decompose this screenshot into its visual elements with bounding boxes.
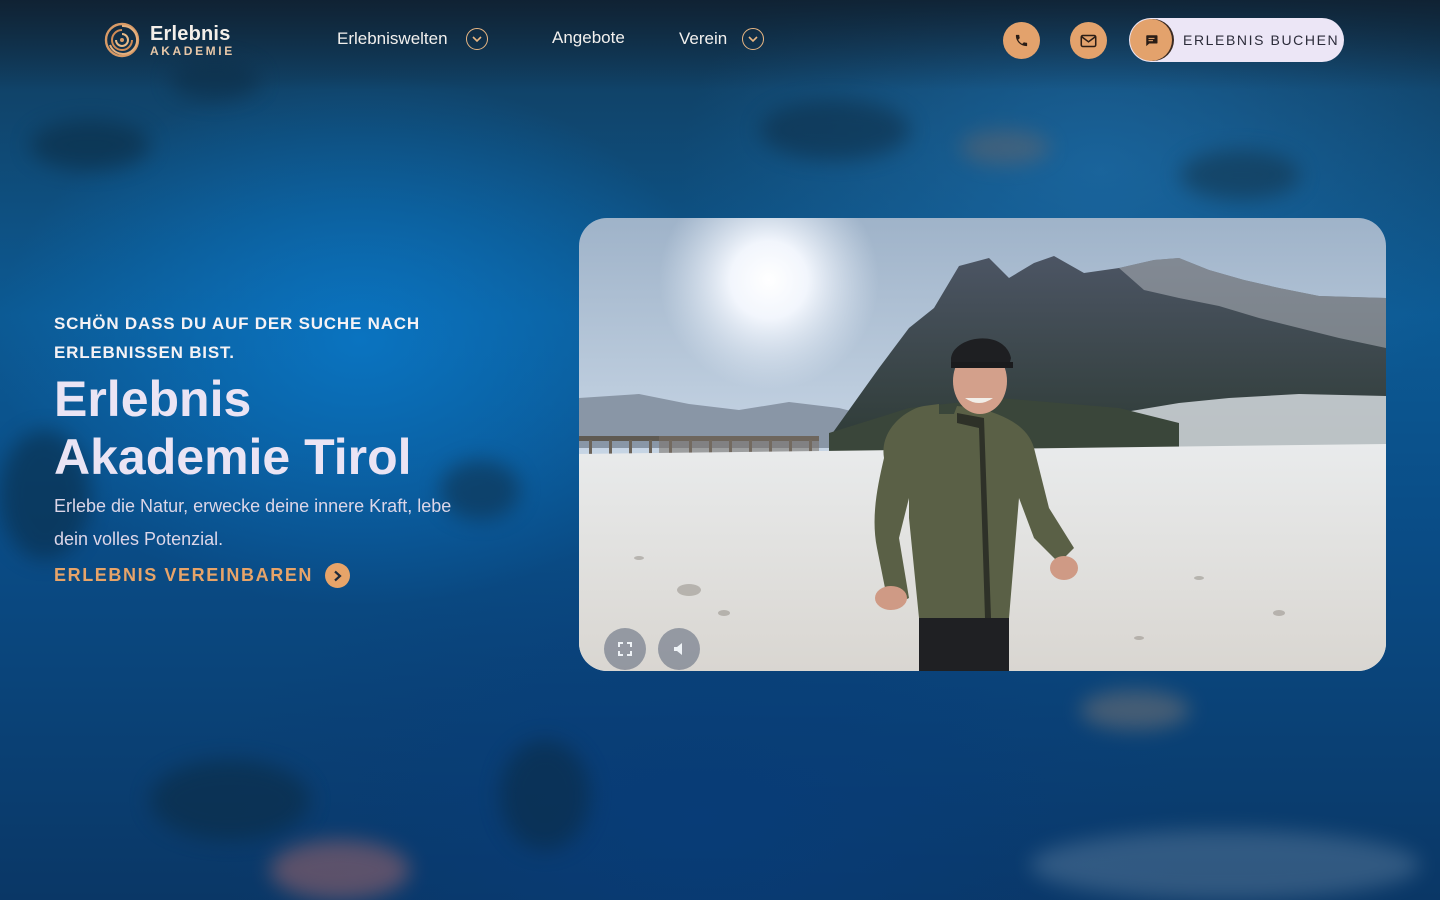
fullscreen-icon [618,642,632,656]
nav-label: Verein [679,29,728,48]
book-experience-button[interactable]: ERLEBNIS BUCHEN [1129,18,1344,62]
volume-icon [674,643,682,655]
fullscreen-button[interactable] [604,628,646,670]
hero-title: Erlebnis Akademie Tirol [54,370,534,486]
brand-subname: AKADEMIE [150,43,235,58]
nav-item-angebote[interactable]: Angebote [552,28,625,48]
logo-swirl-icon [104,22,140,58]
hero-title-line1: Erlebnis [54,371,252,427]
hero-subtitle: Erlebe die Natur, erwecke deine innere K… [54,496,452,549]
chevron-down-icon[interactable] [742,28,765,50]
mail-icon [1080,34,1097,47]
nav-label: Erlebniswelten [337,29,448,48]
nav-label: Angebote [552,28,625,47]
intro-video[interactable] [579,218,1386,671]
brand-logo[interactable]: Erlebnis AKADEMIE [104,21,235,59]
video-frame [579,218,1386,671]
cta-label: ERLEBNIS VEREINBAREN [54,565,314,585]
mute-button[interactable] [658,628,700,670]
site-header: Erlebnis AKADEMIE Erlebniswelten Angebot… [0,0,1440,80]
brand-name: Erlebnis [150,22,231,45]
chevron-down-icon[interactable] [465,28,488,50]
phone-button[interactable] [1003,22,1040,59]
chat-icon [1130,19,1172,61]
nav-item-verein[interactable]: Verein [679,28,765,50]
mail-button[interactable] [1070,22,1107,59]
phone-icon [1015,34,1028,47]
nav-item-erlebniswelten[interactable]: Erlebniswelten [337,28,488,50]
hero-eyebrow: SCHÖN DASS DU AUF DER SUCHE NACH ERLEBNI… [54,314,420,362]
book-button-label: ERLEBNIS BUCHEN [1183,32,1340,48]
arrow-right-icon [325,563,351,588]
hero-title-line2: Akademie Tirol [54,429,412,485]
schedule-experience-link[interactable]: ERLEBNIS VEREINBAREN [54,563,351,588]
